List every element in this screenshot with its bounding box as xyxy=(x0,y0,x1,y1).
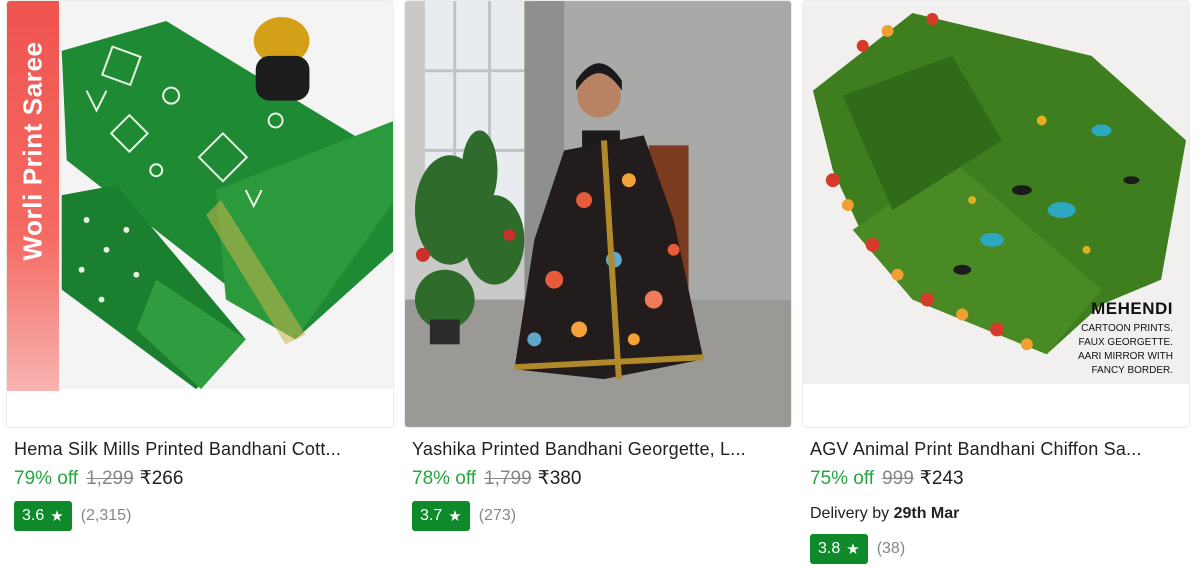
rating-badge: 3.8 ★ xyxy=(810,534,868,564)
overlay-line: AARI MIRROR WITH xyxy=(1078,351,1173,362)
product-image[interactable]: MEHENDI CARTOON PRINTS. FAUX GEORGETTE. … xyxy=(802,0,1190,428)
original-price: 999 xyxy=(882,468,914,489)
selling-price: ₹266 xyxy=(139,468,184,489)
selling-price: ₹380 xyxy=(537,468,582,489)
rating-badge: 3.7 ★ xyxy=(412,501,470,531)
original-price: 1,799 xyxy=(484,468,532,489)
product-card-hema-silk[interactable]: Worli Print Saree Hema Silk Mills Printe… xyxy=(6,0,394,570)
product-title[interactable]: Yashika Printed Bandhani Georgette, L... xyxy=(412,438,784,460)
product-title[interactable]: AGV Animal Print Bandhani Chiffon Sa... xyxy=(810,438,1182,460)
delivery-date: 29th Mar xyxy=(893,505,960,522)
rating-count: (273) xyxy=(478,507,517,524)
rating-row: 3.6 ★ (2,315) xyxy=(14,501,131,531)
selling-price: ₹243 xyxy=(919,468,964,489)
product-image[interactable] xyxy=(404,0,792,428)
discount-label: 75% off xyxy=(810,468,875,489)
product-title[interactable]: Hema Silk Mills Printed Bandhani Cott... xyxy=(14,438,386,460)
green-saree-icon xyxy=(7,1,393,427)
promo-banner: Worli Print Saree xyxy=(7,1,59,391)
price-row: 75% off 999 ₹243 xyxy=(810,467,964,491)
banner-label: Worli Print Saree xyxy=(17,41,48,261)
rating-badge: 3.6 ★ xyxy=(14,501,72,531)
discount-label: 79% off xyxy=(14,468,79,489)
star-icon: ★ xyxy=(448,507,462,525)
rating-value: 3.8 xyxy=(818,540,841,557)
rating-count: (2,315) xyxy=(80,507,132,524)
rating-value: 3.7 xyxy=(420,507,443,524)
price-row: 79% off 1,299 ₹266 xyxy=(14,467,183,491)
delivery-prefix: Delivery by xyxy=(810,505,894,522)
overlay-line: FANCY BORDER. xyxy=(1091,365,1174,376)
price-row: 78% off 1,799 ₹380 xyxy=(412,467,581,491)
discount-label: 78% off xyxy=(412,468,477,489)
original-price: 1,299 xyxy=(86,468,134,489)
overlay-line: CARTOON PRINTS. xyxy=(1081,323,1173,334)
delivery-info: Delivery by 29th Mar xyxy=(810,504,959,524)
product-image[interactable]: Worli Print Saree xyxy=(6,0,394,428)
star-icon: ★ xyxy=(50,507,64,525)
overlay-line: FAUX GEORGETTE. xyxy=(1078,337,1173,348)
overlay-heading: MEHENDI xyxy=(1091,299,1173,318)
product-card-yashika[interactable]: Yashika Printed Bandhani Georgette, L...… xyxy=(404,0,792,570)
rating-value: 3.6 xyxy=(22,507,45,524)
star-icon: ★ xyxy=(846,540,860,558)
rating-row: 3.7 ★ (273) xyxy=(412,501,516,531)
rating-row: 3.8 ★ (38) xyxy=(810,534,905,564)
product-card-agv[interactable]: MEHENDI CARTOON PRINTS. FAUX GEORGETTE. … xyxy=(802,0,1190,570)
rating-count: (38) xyxy=(876,540,906,557)
model-saree-icon xyxy=(405,1,791,427)
